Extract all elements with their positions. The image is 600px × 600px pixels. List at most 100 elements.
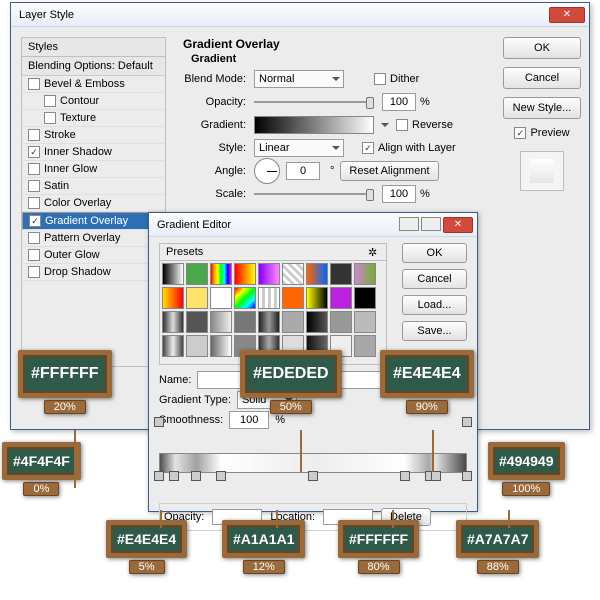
preset-swatch[interactable] [258, 287, 280, 309]
preset-swatch[interactable] [258, 263, 280, 285]
style-item-pattern-overlay[interactable]: Pattern Overlay [22, 230, 165, 247]
gradient-swatch[interactable] [254, 116, 374, 134]
preset-swatch[interactable] [330, 311, 352, 333]
preset-swatch[interactable] [186, 335, 208, 357]
opacity-stop[interactable] [154, 417, 164, 427]
style-checkbox[interactable] [28, 78, 40, 90]
style-item-satin[interactable]: Satin [22, 178, 165, 195]
blend-mode-select[interactable]: Normal [254, 70, 344, 88]
reset-alignment-button[interactable]: Reset Alignment [340, 161, 438, 181]
preset-swatch[interactable] [210, 335, 232, 357]
style-checkbox[interactable] [28, 146, 40, 158]
preset-swatch[interactable] [306, 311, 328, 333]
preset-swatch[interactable] [354, 263, 376, 285]
connector-line [392, 510, 394, 528]
color-stop[interactable] [400, 471, 410, 481]
dither-checkbox[interactable] [374, 73, 386, 85]
blending-options-default[interactable]: Blending Options: Default [22, 57, 165, 76]
preset-swatch[interactable] [210, 287, 232, 309]
preset-swatch[interactable] [306, 263, 328, 285]
style-checkbox[interactable] [44, 112, 56, 124]
preset-swatch[interactable] [282, 263, 304, 285]
style-item-drop-shadow[interactable]: Drop Shadow [22, 264, 165, 281]
preset-swatch[interactable] [330, 287, 352, 309]
preset-swatch[interactable] [354, 287, 376, 309]
gear-icon[interactable]: ✲ [368, 246, 380, 258]
preset-swatch[interactable] [162, 287, 184, 309]
style-item-texture[interactable]: Texture [22, 110, 165, 127]
style-label: Style: [179, 142, 254, 154]
style-item-inner-glow[interactable]: Inner Glow [22, 161, 165, 178]
style-select[interactable]: Linear [254, 139, 344, 157]
style-item-gradient-overlay[interactable]: Gradient Overlay [22, 212, 165, 230]
style-item-color-overlay[interactable]: Color Overlay [22, 195, 165, 212]
color-stop[interactable] [308, 471, 318, 481]
opacity-stop[interactable] [462, 417, 472, 427]
style-item-inner-shadow[interactable]: Inner Shadow [22, 144, 165, 161]
scale-field[interactable]: 100 [382, 185, 416, 203]
color-stop[interactable] [169, 471, 179, 481]
style-checkbox[interactable] [28, 197, 40, 209]
cancel-button[interactable]: Cancel [503, 67, 581, 89]
style-checkbox[interactable] [28, 129, 40, 141]
preset-swatch[interactable] [210, 311, 232, 333]
preset-swatch[interactable] [282, 311, 304, 333]
maximize-icon[interactable] [421, 217, 441, 231]
style-item-outer-glow[interactable]: Outer Glow [22, 247, 165, 264]
preset-swatch[interactable] [162, 335, 184, 357]
preset-swatch[interactable] [234, 311, 256, 333]
preset-swatch[interactable] [186, 263, 208, 285]
style-item-stroke[interactable]: Stroke [22, 127, 165, 144]
style-checkbox[interactable] [44, 95, 56, 107]
style-item-contour[interactable]: Contour [22, 93, 165, 110]
new-style-button[interactable]: New Style... [503, 97, 581, 119]
color-stop[interactable] [216, 471, 226, 481]
gradient-editor-titlebar[interactable]: Gradient Editor ✕ [149, 213, 477, 237]
preset-swatch[interactable] [330, 263, 352, 285]
color-stop[interactable] [431, 471, 441, 481]
preview-checkbox[interactable] [514, 127, 526, 139]
opacity-field[interactable]: 100 [382, 93, 416, 111]
ge-load-button[interactable]: Load... [402, 295, 467, 315]
preset-swatch[interactable] [186, 287, 208, 309]
preset-swatch[interactable] [306, 287, 328, 309]
angle-dial[interactable] [254, 158, 280, 184]
color-stop[interactable] [154, 471, 164, 481]
close-icon[interactable]: ✕ [443, 217, 473, 233]
blend-mode-label: Blend Mode: [179, 73, 254, 85]
ge-ok-button[interactable]: OK [402, 243, 467, 263]
preset-swatch[interactable] [162, 263, 184, 285]
style-checkbox[interactable] [28, 180, 40, 192]
preset-swatch[interactable] [234, 263, 256, 285]
ge-save-button[interactable]: Save... [402, 321, 467, 341]
preset-swatch[interactable] [282, 287, 304, 309]
style-checkbox[interactable] [28, 163, 40, 175]
preset-swatch[interactable] [258, 311, 280, 333]
preset-swatch[interactable] [186, 311, 208, 333]
style-label: Gradient Overlay [45, 215, 128, 227]
color-stop[interactable] [191, 471, 201, 481]
gradient-bar[interactable] [159, 453, 467, 473]
style-checkbox[interactable] [28, 266, 40, 278]
reverse-checkbox[interactable] [396, 119, 408, 131]
preset-swatch[interactable] [210, 263, 232, 285]
preset-swatch[interactable] [354, 335, 376, 357]
style-checkbox[interactable] [28, 249, 40, 261]
angle-field[interactable]: 0 [286, 162, 320, 180]
style-checkbox[interactable] [29, 215, 41, 227]
ge-cancel-button[interactable]: Cancel [402, 269, 467, 289]
style-label: Texture [60, 112, 96, 124]
opacity-slider[interactable] [254, 95, 374, 109]
color-stop[interactable] [462, 471, 472, 481]
preset-swatch[interactable] [234, 287, 256, 309]
preset-swatch[interactable] [354, 311, 376, 333]
close-icon[interactable]: ✕ [549, 7, 585, 23]
minimize-icon[interactable] [399, 217, 419, 231]
scale-slider[interactable] [254, 187, 374, 201]
align-checkbox[interactable] [362, 142, 374, 154]
style-item-bevel-emboss[interactable]: Bevel & Emboss [22, 76, 165, 93]
preset-swatch[interactable] [162, 311, 184, 333]
style-checkbox[interactable] [28, 232, 40, 244]
ok-button[interactable]: OK [503, 37, 581, 59]
layer-style-titlebar[interactable]: Layer Style ✕ [11, 3, 589, 27]
